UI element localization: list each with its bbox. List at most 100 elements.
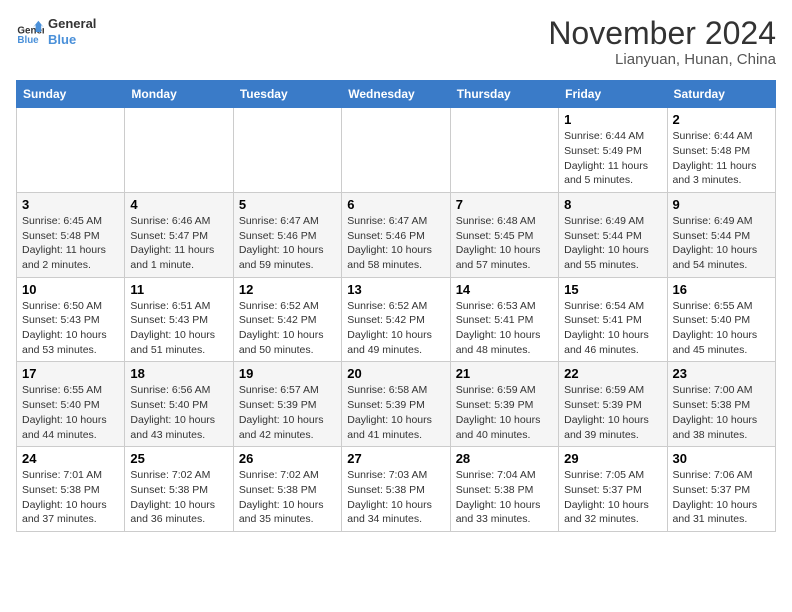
- calendar-cell: 24 Sunrise: 7:01 AM Sunset: 5:38 PM Dayli…: [17, 447, 125, 532]
- calendar-week-row: 24 Sunrise: 7:01 AM Sunset: 5:38 PM Dayli…: [17, 447, 776, 532]
- calendar-cell: 10Sunrise: 6:50 AM Sunset: 5:43 PM Dayli…: [17, 277, 125, 362]
- page-title: November 2024: [548, 16, 776, 51]
- calendar-cell: [342, 108, 450, 193]
- calendar-cell: 2Sunrise: 6:44 AM Sunset: 5:48 PM Daylig…: [667, 108, 775, 193]
- calendar-cell: 9Sunrise: 6:49 AM Sunset: 5:44 PM Daylig…: [667, 192, 775, 277]
- day-number: 16: [673, 282, 770, 297]
- weekday-header: Monday: [125, 81, 233, 108]
- logo-text: General Blue: [48, 16, 96, 47]
- day-number: 3: [22, 197, 119, 212]
- page-header: General Blue General Blue November 2024 …: [16, 16, 776, 68]
- svg-text:Blue: Blue: [17, 35, 39, 46]
- day-number: 5: [239, 197, 336, 212]
- day-info: Sunrise: 6:45 AM Sunset: 5:48 PM Dayligh…: [22, 214, 119, 273]
- calendar-cell: 3 Sunrise: 6:45 AM Sunset: 5:48 PM Daylig…: [17, 192, 125, 277]
- day-info: Sunrise: 6:55 AM Sunset: 5:40 PM Dayligh…: [673, 299, 770, 358]
- day-number: 11: [130, 282, 227, 297]
- calendar-cell: 28 Sunrise: 7:04 AM Sunset: 5:38 PM Dayli…: [450, 447, 558, 532]
- day-number: 12: [239, 282, 336, 297]
- day-info: Sunrise: 6:49 AM Sunset: 5:44 PM Dayligh…: [564, 214, 661, 273]
- calendar-cell: 22 Sunrise: 6:59 AM Sunset: 5:39 PM Dayli…: [559, 362, 667, 447]
- calendar-cell: 13 Sunrise: 6:52 AM Sunset: 5:42 PM Dayli…: [342, 277, 450, 362]
- day-info: Sunrise: 7:02 AM Sunset: 5:38 PM Dayligh…: [130, 468, 227, 527]
- day-info: Sunrise: 6:47 AM Sunset: 5:46 PM Dayligh…: [239, 214, 336, 273]
- calendar-cell: 1 Sunrise: 6:44 AM Sunset: 5:49 PM Daylig…: [559, 108, 667, 193]
- day-info: Sunrise: 7:01 AM Sunset: 5:38 PM Dayligh…: [22, 468, 119, 527]
- day-info: Sunrise: 6:50 AM Sunset: 5:43 PM Dayligh…: [22, 299, 119, 358]
- day-info: Sunrise: 6:47 AM Sunset: 5:46 PM Dayligh…: [347, 214, 444, 273]
- day-info: Sunrise: 6:46 AM Sunset: 5:47 PM Dayligh…: [130, 214, 227, 273]
- calendar-body: 1 Sunrise: 6:44 AM Sunset: 5:49 PM Daylig…: [17, 108, 776, 532]
- day-info: Sunrise: 7:03 AM Sunset: 5:38 PM Dayligh…: [347, 468, 444, 527]
- calendar-cell: [125, 108, 233, 193]
- day-info: Sunrise: 6:55 AM Sunset: 5:40 PM Dayligh…: [22, 383, 119, 442]
- calendar-cell: 4 Sunrise: 6:46 AM Sunset: 5:47 PM Daylig…: [125, 192, 233, 277]
- page-subtitle: Lianyuan, Hunan, China: [548, 51, 776, 68]
- day-number: 13: [347, 282, 444, 297]
- weekday-header: Saturday: [667, 81, 775, 108]
- day-number: 18: [130, 366, 227, 381]
- day-info: Sunrise: 6:54 AM Sunset: 5:41 PM Dayligh…: [564, 299, 661, 358]
- day-info: Sunrise: 6:52 AM Sunset: 5:42 PM Dayligh…: [347, 299, 444, 358]
- day-info: Sunrise: 6:48 AM Sunset: 5:45 PM Dayligh…: [456, 214, 553, 273]
- calendar-cell: 6 Sunrise: 6:47 AM Sunset: 5:46 PM Daylig…: [342, 192, 450, 277]
- day-info: Sunrise: 6:56 AM Sunset: 5:40 PM Dayligh…: [130, 383, 227, 442]
- calendar-cell: 16 Sunrise: 6:55 AM Sunset: 5:40 PM Dayli…: [667, 277, 775, 362]
- weekday-header: Wednesday: [342, 81, 450, 108]
- day-info: Sunrise: 7:00 AM Sunset: 5:38 PM Dayligh…: [673, 383, 770, 442]
- weekday-header: Tuesday: [233, 81, 341, 108]
- day-info: Sunrise: 7:06 AM Sunset: 5:37 PM Dayligh…: [673, 468, 770, 527]
- day-info: Sunrise: 6:59 AM Sunset: 5:39 PM Dayligh…: [456, 383, 553, 442]
- day-number: 15: [564, 282, 661, 297]
- day-number: 28: [456, 451, 553, 466]
- day-info: Sunrise: 6:44 AM Sunset: 5:48 PM Dayligh…: [673, 129, 770, 188]
- weekday-header: Friday: [559, 81, 667, 108]
- day-number: 25: [130, 451, 227, 466]
- weekday-header: Thursday: [450, 81, 558, 108]
- calendar-week-row: 10Sunrise: 6:50 AM Sunset: 5:43 PM Dayli…: [17, 277, 776, 362]
- day-number: 4: [130, 197, 227, 212]
- calendar-week-row: 3 Sunrise: 6:45 AM Sunset: 5:48 PM Daylig…: [17, 192, 776, 277]
- day-info: Sunrise: 6:53 AM Sunset: 5:41 PM Dayligh…: [456, 299, 553, 358]
- calendar-cell: [450, 108, 558, 193]
- day-number: 27: [347, 451, 444, 466]
- day-info: Sunrise: 6:44 AM Sunset: 5:49 PM Dayligh…: [564, 129, 661, 188]
- calendar-cell: 15 Sunrise: 6:54 AM Sunset: 5:41 PM Dayli…: [559, 277, 667, 362]
- calendar-cell: [233, 108, 341, 193]
- calendar-cell: 11Sunrise: 6:51 AM Sunset: 5:43 PM Dayli…: [125, 277, 233, 362]
- calendar-cell: [17, 108, 125, 193]
- day-info: Sunrise: 7:05 AM Sunset: 5:37 PM Dayligh…: [564, 468, 661, 527]
- calendar-cell: 26 Sunrise: 7:02 AM Sunset: 5:38 PM Dayli…: [233, 447, 341, 532]
- calendar-cell: 20Sunrise: 6:58 AM Sunset: 5:39 PM Dayli…: [342, 362, 450, 447]
- calendar-cell: 29 Sunrise: 7:05 AM Sunset: 5:37 PM Dayli…: [559, 447, 667, 532]
- day-number: 7: [456, 197, 553, 212]
- calendar-cell: 14 Sunrise: 6:53 AM Sunset: 5:41 PM Dayli…: [450, 277, 558, 362]
- calendar-cell: 30Sunrise: 7:06 AM Sunset: 5:37 PM Dayli…: [667, 447, 775, 532]
- day-number: 1: [564, 112, 661, 127]
- title-area: November 2024 Lianyuan, Hunan, China: [548, 16, 776, 68]
- day-number: 6: [347, 197, 444, 212]
- day-number: 8: [564, 197, 661, 212]
- calendar-cell: 21 Sunrise: 6:59 AM Sunset: 5:39 PM Dayli…: [450, 362, 558, 447]
- logo-line2: Blue: [48, 32, 96, 48]
- logo-icon: General Blue: [16, 18, 44, 46]
- day-info: Sunrise: 7:04 AM Sunset: 5:38 PM Dayligh…: [456, 468, 553, 527]
- day-number: 29: [564, 451, 661, 466]
- day-number: 24: [22, 451, 119, 466]
- calendar-cell: 5 Sunrise: 6:47 AM Sunset: 5:46 PM Daylig…: [233, 192, 341, 277]
- day-number: 19: [239, 366, 336, 381]
- calendar-cell: 23Sunrise: 7:00 AM Sunset: 5:38 PM Dayli…: [667, 362, 775, 447]
- day-number: 26: [239, 451, 336, 466]
- calendar-week-row: 17Sunrise: 6:55 AM Sunset: 5:40 PM Dayli…: [17, 362, 776, 447]
- day-number: 20: [347, 366, 444, 381]
- day-info: Sunrise: 6:59 AM Sunset: 5:39 PM Dayligh…: [564, 383, 661, 442]
- day-info: Sunrise: 7:02 AM Sunset: 5:38 PM Dayligh…: [239, 468, 336, 527]
- day-info: Sunrise: 6:57 AM Sunset: 5:39 PM Dayligh…: [239, 383, 336, 442]
- day-number: 14: [456, 282, 553, 297]
- day-number: 22: [564, 366, 661, 381]
- calendar-table: SundayMondayTuesdayWednesdayThursdayFrid…: [16, 80, 776, 532]
- calendar-cell: 25 Sunrise: 7:02 AM Sunset: 5:38 PM Dayli…: [125, 447, 233, 532]
- calendar-cell: 12Sunrise: 6:52 AM Sunset: 5:42 PM Dayli…: [233, 277, 341, 362]
- day-number: 21: [456, 366, 553, 381]
- weekday-header: Sunday: [17, 81, 125, 108]
